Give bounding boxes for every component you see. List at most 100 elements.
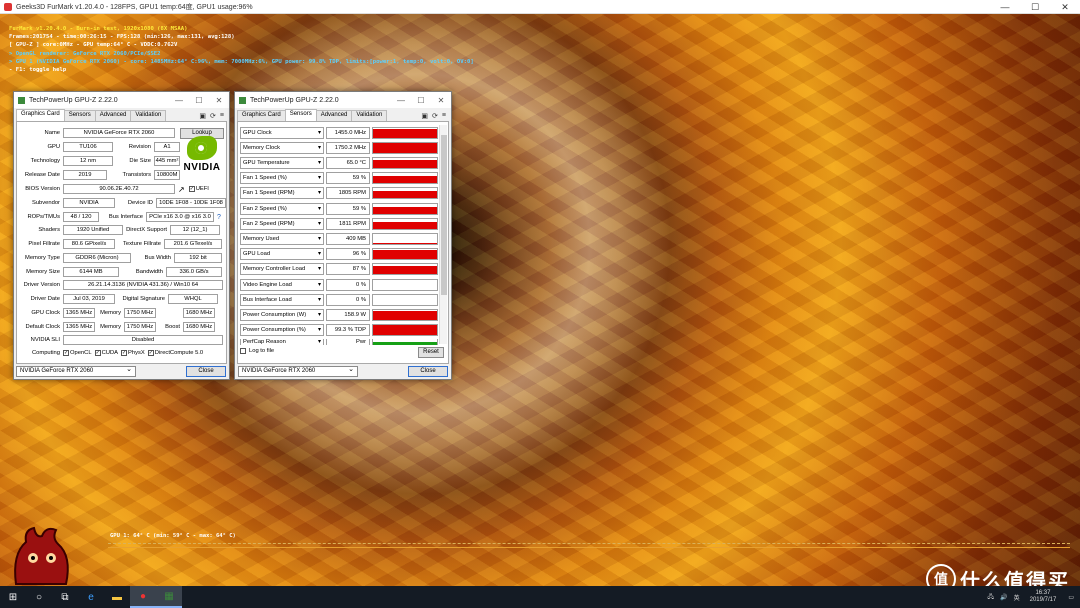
- release-date-label: Release Date: [24, 172, 60, 178]
- tab-graphics-card[interactable]: Graphics Card: [237, 110, 286, 121]
- sensor-name-dropdown[interactable]: GPU Load: [240, 248, 324, 261]
- default-memory-label: Memory: [100, 324, 121, 330]
- default-memory-field: 1750 MHz: [124, 322, 156, 332]
- file-explorer-icon[interactable]: ▬: [104, 586, 130, 608]
- refresh-icon[interactable]: ⟳: [432, 112, 438, 120]
- cuda-checkbox[interactable]: ✓: [94, 350, 101, 356]
- driver-version-label: Driver Version: [23, 282, 60, 288]
- start-windows-icon[interactable]: ⊞: [0, 586, 26, 608]
- tab-advanced[interactable]: Advanced: [315, 110, 353, 121]
- directx-support-field: 12 (12_1): [170, 225, 220, 235]
- sensor-name-dropdown[interactable]: Memory Used: [240, 232, 324, 245]
- gpu-select-left[interactable]: NVIDIA GeForce RTX 2060: [16, 365, 136, 377]
- sensor-name-dropdown[interactable]: PerfCap Reason: [240, 338, 324, 345]
- gpuz-title: TechPowerUp GPU-Z 2.22.0: [250, 96, 339, 104]
- tab-validation[interactable]: Validation: [351, 110, 388, 121]
- physx-checkbox[interactable]: ✓: [121, 350, 128, 356]
- close-button-left[interactable]: Close: [186, 366, 226, 377]
- revision-label: Revision: [128, 144, 151, 150]
- sensor-name-dropdown[interactable]: Bus Interface Load: [240, 293, 324, 306]
- tab-graphics-card[interactable]: Graphics Card: [16, 109, 65, 121]
- help-icon[interactable]: ?: [217, 214, 221, 221]
- close-button-right[interactable]: Close: [408, 366, 448, 377]
- sensor-graph: [372, 338, 438, 345]
- sensor-name-dropdown[interactable]: GPU Clock: [240, 126, 324, 139]
- osd-line: [ GPU-Z ] core:0MHz - GPU temp:64° C - V…: [9, 42, 178, 49]
- osd-line: > GPU 1 (NVIDIA GeForce RTX 2060) - core…: [9, 58, 474, 65]
- menu-icon[interactable]: ≡: [442, 112, 446, 120]
- menu-icon[interactable]: ≡: [220, 112, 224, 120]
- sensor-name-dropdown[interactable]: Fan 1 Speed (%): [240, 172, 324, 185]
- maximize-icon[interactable]: ☐: [1020, 0, 1050, 14]
- tab-sensors[interactable]: Sensors: [63, 110, 96, 121]
- tab-advanced[interactable]: Advanced: [94, 110, 132, 121]
- furmark-logo-icon: [14, 526, 69, 585]
- opencl-checkbox[interactable]: ✓: [63, 350, 69, 356]
- network-icon[interactable]: 🖧: [987, 592, 994, 602]
- tab-sensors[interactable]: Sensors: [284, 109, 317, 121]
- sensor-value: 99.3 % TDP: [326, 324, 370, 337]
- close-icon[interactable]: ✕: [209, 96, 229, 105]
- refresh-icon[interactable]: ⟳: [210, 112, 216, 120]
- ime-indicator[interactable]: 英: [1014, 593, 1020, 602]
- log-to-file-checkbox[interactable]: [240, 348, 246, 354]
- camera-icon[interactable]: ▣: [199, 112, 206, 120]
- sensor-row: PerfCap ReasonPwr: [240, 338, 438, 345]
- pixel-fillrate-label: Pixel Fillrate: [28, 241, 60, 247]
- minimize-icon[interactable]: —: [391, 96, 411, 105]
- volume-icon[interactable]: 🔊: [1000, 594, 1007, 601]
- sensor-graph: [372, 217, 438, 230]
- notifications-icon[interactable]: ▭: [1062, 594, 1080, 601]
- cortana-search-icon[interactable]: ○: [26, 586, 52, 608]
- directcompute-checkbox[interactable]: ✓: [147, 350, 154, 356]
- edge-browser-icon[interactable]: e: [78, 586, 104, 608]
- sensor-name-dropdown[interactable]: Memory Clock: [240, 141, 324, 154]
- name-field: NVIDIA GeForce RTX 2060: [63, 128, 175, 138]
- reset-button[interactable]: Reset: [418, 347, 444, 358]
- gpuz-title: TechPowerUp GPU-Z 2.22.0: [29, 96, 118, 104]
- sensor-name-dropdown[interactable]: Memory Controller Load: [240, 263, 324, 276]
- sensor-value: 96 %: [326, 248, 370, 261]
- boost-label: Boost: [165, 324, 180, 330]
- clock[interactable]: 16:37 2019/7/17: [1024, 590, 1063, 604]
- camera-icon[interactable]: ▣: [421, 112, 428, 120]
- sensor-row: Fan 2 Speed (RPM)1811 RPM: [240, 217, 438, 230]
- gpu-temp-graph: GPU 1: 64° C (min: 59° C - max: 64° C): [108, 533, 1070, 560]
- uefi-checkbox[interactable]: ✓: [188, 186, 195, 192]
- sensor-name-dropdown[interactable]: Fan 2 Speed (%): [240, 202, 324, 215]
- sensor-name-dropdown[interactable]: GPU Temperature: [240, 156, 324, 169]
- sensor-row: Fan 2 Speed (%)59 %: [240, 202, 438, 215]
- sensor-scrollbar[interactable]: [439, 125, 447, 344]
- maximize-icon[interactable]: ☐: [189, 96, 209, 105]
- bandwidth-field: 336.0 GB/s: [166, 267, 222, 277]
- minimize-icon[interactable]: —: [169, 96, 189, 105]
- maximize-icon[interactable]: ☐: [411, 96, 431, 105]
- close-icon[interactable]: ✕: [431, 96, 451, 105]
- minimize-icon[interactable]: —: [990, 0, 1020, 14]
- task-view-icon[interactable]: ⧉: [52, 586, 78, 608]
- furmark-taskbar-icon[interactable]: ●: [130, 586, 156, 608]
- sensor-name-dropdown[interactable]: Power Consumption (%): [240, 324, 324, 337]
- sensor-name-dropdown[interactable]: Power Consumption (W): [240, 308, 324, 321]
- sensor-name-dropdown[interactable]: Fan 1 Speed (RPM): [240, 187, 324, 200]
- sensor-name-dropdown[interactable]: Fan 2 Speed (RPM): [240, 217, 324, 230]
- directcompute-label: DirectCompute 5.0: [154, 350, 204, 356]
- texture-fillrate-field: 201.6 GTexel/s: [164, 239, 222, 249]
- gpuz-taskbar-icon[interactable]: ▦: [156, 586, 182, 608]
- sensor-graph-fill: [373, 310, 437, 320]
- gpu-select-right[interactable]: NVIDIA GeForce RTX 2060: [238, 365, 358, 377]
- opencl-label: OpenCL: [70, 350, 92, 356]
- gpu-memory-label: Memory: [100, 310, 121, 316]
- share-icon[interactable]: ↗: [178, 185, 185, 194]
- sensor-value: 0 %: [326, 278, 370, 291]
- pixel-fillrate-field: 80.6 GPixel/s: [63, 239, 115, 249]
- cuda-label: CUDA: [101, 350, 119, 356]
- sensor-name-dropdown[interactable]: Video Engine Load: [240, 278, 324, 291]
- scrollbar-thumb[interactable]: [441, 135, 447, 295]
- gpu-boost-field: 1680 MHz: [183, 308, 215, 318]
- sensor-graph-fill: [373, 249, 437, 260]
- gpuz-titlebar: TechPowerUp GPU-Z 2.22.0 — ☐ ✕: [14, 92, 229, 108]
- tab-validation[interactable]: Validation: [130, 110, 167, 121]
- driver-version-field: 26.21.14.3136 (NVIDIA 431.36) / Win10 64: [63, 280, 223, 290]
- close-icon[interactable]: ✕: [1050, 0, 1080, 14]
